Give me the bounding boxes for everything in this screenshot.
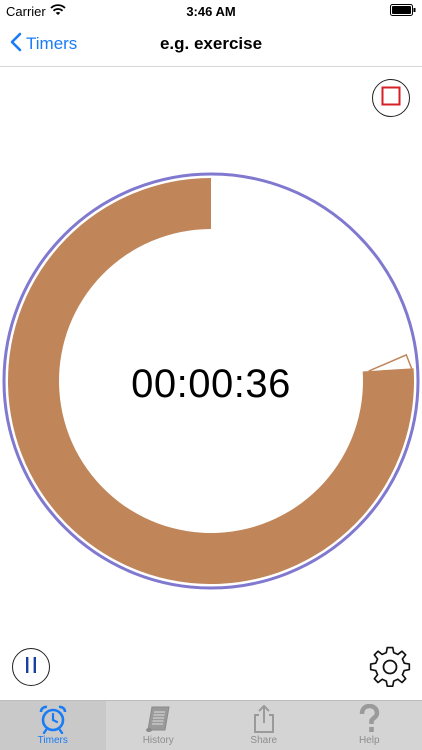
alarm-clock-icon [38,703,68,735]
tab-label: Share [250,735,278,746]
settings-button[interactable] [368,645,412,689]
battery-icon [390,4,416,19]
gear-icon [368,646,412,693]
scroll-icon [143,703,173,735]
page-title: e.g. exercise [159,34,263,53]
stop-button[interactable] [372,79,410,117]
timer-readout: 00:00:36 [131,362,291,406]
stop-icon [381,86,401,111]
pause-button[interactable] [12,648,50,686]
navigation-bar: Timers e.g. exercise [0,22,422,67]
tab-label: Help [358,735,380,746]
status-time: 3:46 AM [186,4,236,19]
tab-timers[interactable]: Timers [0,701,106,750]
question-mark-icon [354,703,384,735]
tab-label: Timers [37,735,68,746]
tab-bar: Timers History Share Help [0,700,422,750]
tab-share[interactable]: Share [211,701,317,750]
pause-icon [24,656,38,679]
status-bar: Carrier 3:46 AM [0,0,422,22]
tab-label: History [142,735,174,746]
tab-history[interactable]: History [106,701,212,750]
tab-help[interactable]: Help [317,701,422,750]
share-icon [249,703,279,735]
